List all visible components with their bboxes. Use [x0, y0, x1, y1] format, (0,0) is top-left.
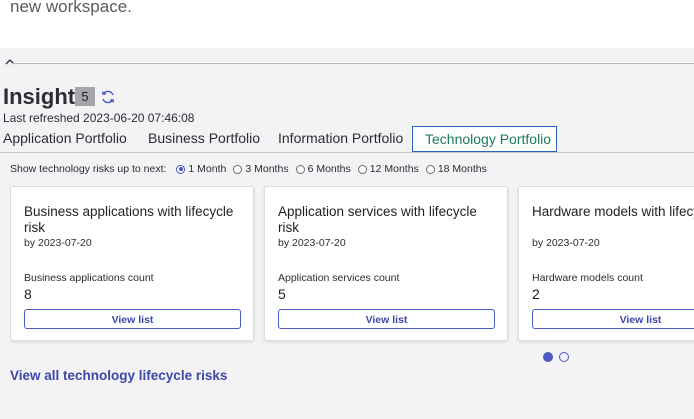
card-business-applications: Business applications with lifecycle ris…	[10, 186, 254, 341]
card-count: 5	[278, 286, 286, 302]
card-date: by 2023-07-20	[278, 237, 346, 249]
intro-section: new workspace.	[0, 0, 694, 48]
radio-12-months[interactable]: 12 Months	[357, 163, 419, 175]
card-count-label: Business applications count	[24, 272, 154, 284]
carousel-dot-1[interactable]	[543, 352, 553, 362]
view-list-button[interactable]: View list	[278, 309, 495, 329]
tab-business-portfolio[interactable]: Business Portfolio	[148, 126, 260, 152]
refresh-icon	[101, 90, 115, 104]
radio-button[interactable]	[233, 164, 243, 174]
radio-label: 1 Month	[188, 163, 227, 175]
carousel-dot-2[interactable]	[559, 352, 569, 362]
tabs-divider	[0, 152, 694, 153]
radio-1-month[interactable]: 1 Month	[176, 163, 226, 175]
card-application-services: Application services with lifecycle risk…	[264, 186, 508, 341]
intro-text: new workspace.	[10, 0, 132, 16]
collapse-button[interactable]	[3, 55, 17, 69]
tab-information-portfolio[interactable]: Information Portfolio	[278, 126, 403, 152]
view-list-button[interactable]: View list	[24, 309, 241, 329]
radio-button[interactable]	[357, 164, 367, 174]
view-list-button[interactable]: View list	[532, 309, 694, 329]
section-divider	[12, 63, 694, 64]
card-title: Application services with lifecycle risk	[278, 204, 477, 235]
view-all-risks-link[interactable]: View all technology lifecycle risks	[10, 368, 227, 383]
radio-label: 6 Months	[307, 163, 351, 175]
card-count-label: Hardware models count	[532, 272, 643, 284]
insights-count-badge: 5	[75, 87, 95, 106]
radio-label: 12 Months	[369, 163, 419, 175]
risk-range-label: Show technology risks up to next:	[10, 163, 167, 175]
radio-button-checked[interactable]	[176, 164, 186, 174]
radio-label: 3 Months	[245, 163, 289, 175]
radio-button[interactable]	[425, 164, 435, 174]
card-count-label: Application services count	[278, 272, 400, 284]
card-count: 8	[24, 286, 32, 302]
refresh-button[interactable]	[100, 89, 116, 105]
card-date: by 2023-07-20	[24, 237, 92, 249]
card-hardware-models: Hardware models with lifecycle risk by 2…	[518, 186, 694, 341]
carousel-pagination	[543, 352, 575, 362]
last-refreshed-text: Last refreshed 2023-06-20 07:46:08	[3, 111, 195, 125]
radio-label: 18 Months	[437, 163, 487, 175]
radio-18-months[interactable]: 18 Months	[425, 163, 487, 175]
tab-application-portfolio[interactable]: Application Portfolio	[3, 126, 127, 152]
radio-6-months[interactable]: 6 Months	[295, 163, 351, 175]
card-count: 2	[532, 286, 540, 302]
insight-cards-carousel: Business applications with lifecycle ris…	[10, 186, 694, 346]
risk-range-selector: Show technology risks up to next: 1 Mont…	[10, 163, 494, 175]
card-date: by 2023-07-20	[532, 237, 600, 249]
card-title: Hardware models with lifecycle risk	[532, 204, 694, 219]
card-title: Business applications with lifecycle ris…	[24, 204, 234, 235]
chevron-up-icon	[5, 59, 15, 65]
radio-button[interactable]	[295, 164, 305, 174]
radio-3-months[interactable]: 3 Months	[233, 163, 289, 175]
tab-technology-portfolio[interactable]: Technology Portfolio	[412, 126, 557, 152]
portfolio-tabs: Application Portfolio Business Portfolio…	[0, 126, 694, 152]
